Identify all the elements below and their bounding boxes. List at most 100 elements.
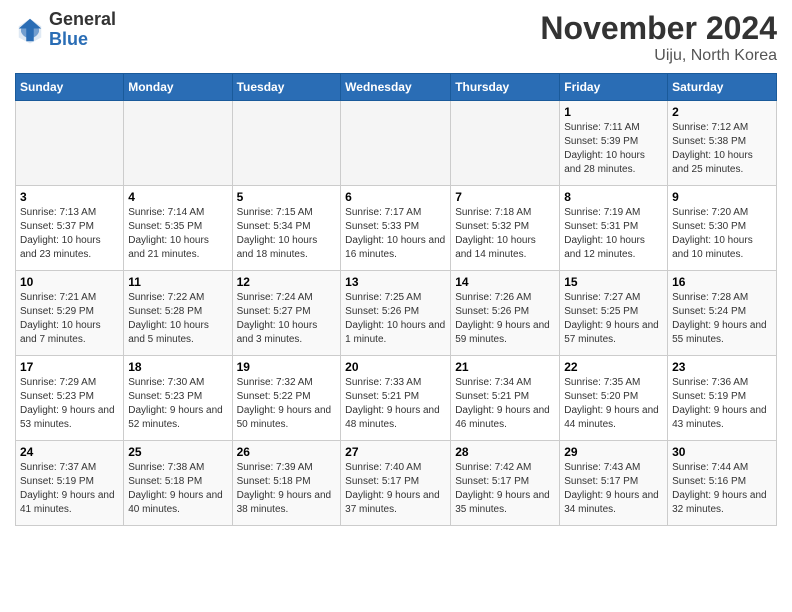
calendar-week-2: 3Sunrise: 7:13 AM Sunset: 5:37 PM Daylig… bbox=[16, 186, 777, 271]
day-number: 18 bbox=[128, 360, 227, 374]
calendar-cell: 1 Sunrise: 7:11 AM Sunset: 5:39 PM Daylig… bbox=[560, 101, 668, 186]
logo-text: General Blue bbox=[49, 10, 116, 50]
calendar-week-4: 17Sunrise: 7:29 AM Sunset: 5:23 PM Dayli… bbox=[16, 356, 777, 441]
day-number: 24 bbox=[20, 445, 119, 459]
day-number: 20 bbox=[345, 360, 446, 374]
page-container: General Blue November 2024 Uiju, North K… bbox=[0, 0, 792, 536]
day-info: Sunrise: 7:37 AM Sunset: 5:19 PM Dayligh… bbox=[20, 461, 119, 517]
header: General Blue November 2024 Uiju, North K… bbox=[15, 10, 777, 65]
calendar-cell: 6 Sunrise: 7:17 AM Sunset: 5:33 PM Daylig… bbox=[341, 186, 451, 271]
day-number: 19 bbox=[237, 360, 337, 374]
title-area: November 2024 Uiju, North Korea bbox=[540, 10, 777, 65]
location: Uiju, North Korea bbox=[540, 47, 777, 65]
day-info: Sunrise: 7:44 AM Sunset: 5:16 PM Dayligh… bbox=[672, 461, 772, 517]
calendar-week-1: 1 Sunrise: 7:11 AM Sunset: 5:39 PM Daylig… bbox=[16, 101, 777, 186]
calendar-cell: 11Sunrise: 7:22 AM Sunset: 5:28 PM Dayli… bbox=[124, 271, 232, 356]
day-info: Sunrise: 7:15 AM Sunset: 5:34 PM Dayligh… bbox=[237, 206, 337, 262]
month-title: November 2024 bbox=[540, 10, 777, 47]
day-info: Sunrise: 7:18 AM Sunset: 5:32 PM Dayligh… bbox=[455, 206, 555, 262]
day-number: 27 bbox=[345, 445, 446, 459]
logo-icon bbox=[15, 15, 45, 45]
calendar-cell: 3Sunrise: 7:13 AM Sunset: 5:37 PM Daylig… bbox=[16, 186, 124, 271]
day-info: Sunrise: 7:19 AM Sunset: 5:31 PM Dayligh… bbox=[564, 206, 663, 262]
calendar-cell: 19 Sunrise: 7:32 AM Sunset: 5:22 PM Dayli… bbox=[232, 356, 341, 441]
day-info: Sunrise: 7:22 AM Sunset: 5:28 PM Dayligh… bbox=[128, 291, 227, 347]
calendar-header-saturday: Saturday bbox=[668, 74, 777, 101]
calendar-header-friday: Friday bbox=[560, 74, 668, 101]
calendar-cell bbox=[341, 101, 451, 186]
day-info: Sunrise: 7:12 AM Sunset: 5:38 PM Dayligh… bbox=[672, 121, 772, 177]
logo-blue: Blue bbox=[49, 30, 116, 50]
day-number: 7 bbox=[455, 190, 555, 204]
calendar-cell: 30 Sunrise: 7:44 AM Sunset: 5:16 PM Dayli… bbox=[668, 441, 777, 526]
day-number: 10 bbox=[20, 275, 119, 289]
calendar-cell: 14 Sunrise: 7:26 AM Sunset: 5:26 PM Dayli… bbox=[451, 271, 560, 356]
calendar-cell: 25 Sunrise: 7:38 AM Sunset: 5:18 PM Dayli… bbox=[124, 441, 232, 526]
day-info: Sunrise: 7:38 AM Sunset: 5:18 PM Dayligh… bbox=[128, 461, 227, 517]
day-info: Sunrise: 7:11 AM Sunset: 5:39 PM Dayligh… bbox=[564, 121, 663, 177]
logo: General Blue bbox=[15, 10, 116, 50]
day-number: 28 bbox=[455, 445, 555, 459]
calendar-cell: 12 Sunrise: 7:24 AM Sunset: 5:27 PM Dayli… bbox=[232, 271, 341, 356]
calendar-cell: 18 Sunrise: 7:30 AM Sunset: 5:23 PM Dayli… bbox=[124, 356, 232, 441]
calendar-cell: 10 Sunrise: 7:21 AM Sunset: 5:29 PM Dayli… bbox=[16, 271, 124, 356]
calendar-cell bbox=[232, 101, 341, 186]
calendar-cell: 24 Sunrise: 7:37 AM Sunset: 5:19 PM Dayli… bbox=[16, 441, 124, 526]
calendar-cell: 13 Sunrise: 7:25 AM Sunset: 5:26 PM Dayli… bbox=[341, 271, 451, 356]
calendar-cell bbox=[124, 101, 232, 186]
day-info: Sunrise: 7:28 AM Sunset: 5:24 PM Dayligh… bbox=[672, 291, 772, 347]
calendar-cell: 23 Sunrise: 7:36 AM Sunset: 5:19 PM Dayli… bbox=[668, 356, 777, 441]
calendar-cell: 17Sunrise: 7:29 AM Sunset: 5:23 PM Dayli… bbox=[16, 356, 124, 441]
day-info: Sunrise: 7:14 AM Sunset: 5:35 PM Dayligh… bbox=[128, 206, 227, 262]
day-info: Sunrise: 7:17 AM Sunset: 5:33 PM Dayligh… bbox=[345, 206, 446, 262]
calendar-cell: 21 Sunrise: 7:34 AM Sunset: 5:21 PM Dayli… bbox=[451, 356, 560, 441]
day-info: Sunrise: 7:25 AM Sunset: 5:26 PM Dayligh… bbox=[345, 291, 446, 347]
day-number: 13 bbox=[345, 275, 446, 289]
day-number: 9 bbox=[672, 190, 772, 204]
calendar-week-3: 10 Sunrise: 7:21 AM Sunset: 5:29 PM Dayli… bbox=[16, 271, 777, 356]
day-info: Sunrise: 7:21 AM Sunset: 5:29 PM Dayligh… bbox=[20, 291, 119, 347]
day-info: Sunrise: 7:20 AM Sunset: 5:30 PM Dayligh… bbox=[672, 206, 772, 262]
calendar-header-row: SundayMondayTuesdayWednesdayThursdayFrid… bbox=[16, 74, 777, 101]
day-number: 25 bbox=[128, 445, 227, 459]
calendar-cell: 5 Sunrise: 7:15 AM Sunset: 5:34 PM Daylig… bbox=[232, 186, 341, 271]
day-number: 6 bbox=[345, 190, 446, 204]
day-info: Sunrise: 7:32 AM Sunset: 5:22 PM Dayligh… bbox=[237, 376, 337, 432]
day-number: 22 bbox=[564, 360, 663, 374]
day-number: 23 bbox=[672, 360, 772, 374]
day-info: Sunrise: 7:13 AM Sunset: 5:37 PM Dayligh… bbox=[20, 206, 119, 262]
calendar-week-5: 24 Sunrise: 7:37 AM Sunset: 5:19 PM Dayli… bbox=[16, 441, 777, 526]
day-info: Sunrise: 7:24 AM Sunset: 5:27 PM Dayligh… bbox=[237, 291, 337, 347]
day-number: 30 bbox=[672, 445, 772, 459]
day-info: Sunrise: 7:36 AM Sunset: 5:19 PM Dayligh… bbox=[672, 376, 772, 432]
calendar-header-thursday: Thursday bbox=[451, 74, 560, 101]
calendar-cell: 28 Sunrise: 7:42 AM Sunset: 5:17 PM Dayli… bbox=[451, 441, 560, 526]
day-info: Sunrise: 7:34 AM Sunset: 5:21 PM Dayligh… bbox=[455, 376, 555, 432]
calendar-cell: 4 Sunrise: 7:14 AM Sunset: 5:35 PM Daylig… bbox=[124, 186, 232, 271]
calendar-cell: 27Sunrise: 7:40 AM Sunset: 5:17 PM Dayli… bbox=[341, 441, 451, 526]
day-number: 26 bbox=[237, 445, 337, 459]
day-info: Sunrise: 7:43 AM Sunset: 5:17 PM Dayligh… bbox=[564, 461, 663, 517]
day-info: Sunrise: 7:30 AM Sunset: 5:23 PM Dayligh… bbox=[128, 376, 227, 432]
day-number: 12 bbox=[237, 275, 337, 289]
day-number: 4 bbox=[128, 190, 227, 204]
day-number: 29 bbox=[564, 445, 663, 459]
day-number: 1 bbox=[564, 105, 663, 119]
day-number: 16 bbox=[672, 275, 772, 289]
day-info: Sunrise: 7:26 AM Sunset: 5:26 PM Dayligh… bbox=[455, 291, 555, 347]
calendar-header-monday: Monday bbox=[124, 74, 232, 101]
day-number: 5 bbox=[237, 190, 337, 204]
day-info: Sunrise: 7:42 AM Sunset: 5:17 PM Dayligh… bbox=[455, 461, 555, 517]
calendar-header-tuesday: Tuesday bbox=[232, 74, 341, 101]
day-number: 14 bbox=[455, 275, 555, 289]
day-info: Sunrise: 7:27 AM Sunset: 5:25 PM Dayligh… bbox=[564, 291, 663, 347]
calendar-table: SundayMondayTuesdayWednesdayThursdayFrid… bbox=[15, 73, 777, 526]
calendar-cell: 26Sunrise: 7:39 AM Sunset: 5:18 PM Dayli… bbox=[232, 441, 341, 526]
calendar-cell: 9 Sunrise: 7:20 AM Sunset: 5:30 PM Daylig… bbox=[668, 186, 777, 271]
calendar-cell: 8Sunrise: 7:19 AM Sunset: 5:31 PM Daylig… bbox=[560, 186, 668, 271]
day-info: Sunrise: 7:33 AM Sunset: 5:21 PM Dayligh… bbox=[345, 376, 446, 432]
day-number: 21 bbox=[455, 360, 555, 374]
logo-general: General bbox=[49, 10, 116, 30]
day-number: 2 bbox=[672, 105, 772, 119]
calendar-cell: 29 Sunrise: 7:43 AM Sunset: 5:17 PM Dayli… bbox=[560, 441, 668, 526]
